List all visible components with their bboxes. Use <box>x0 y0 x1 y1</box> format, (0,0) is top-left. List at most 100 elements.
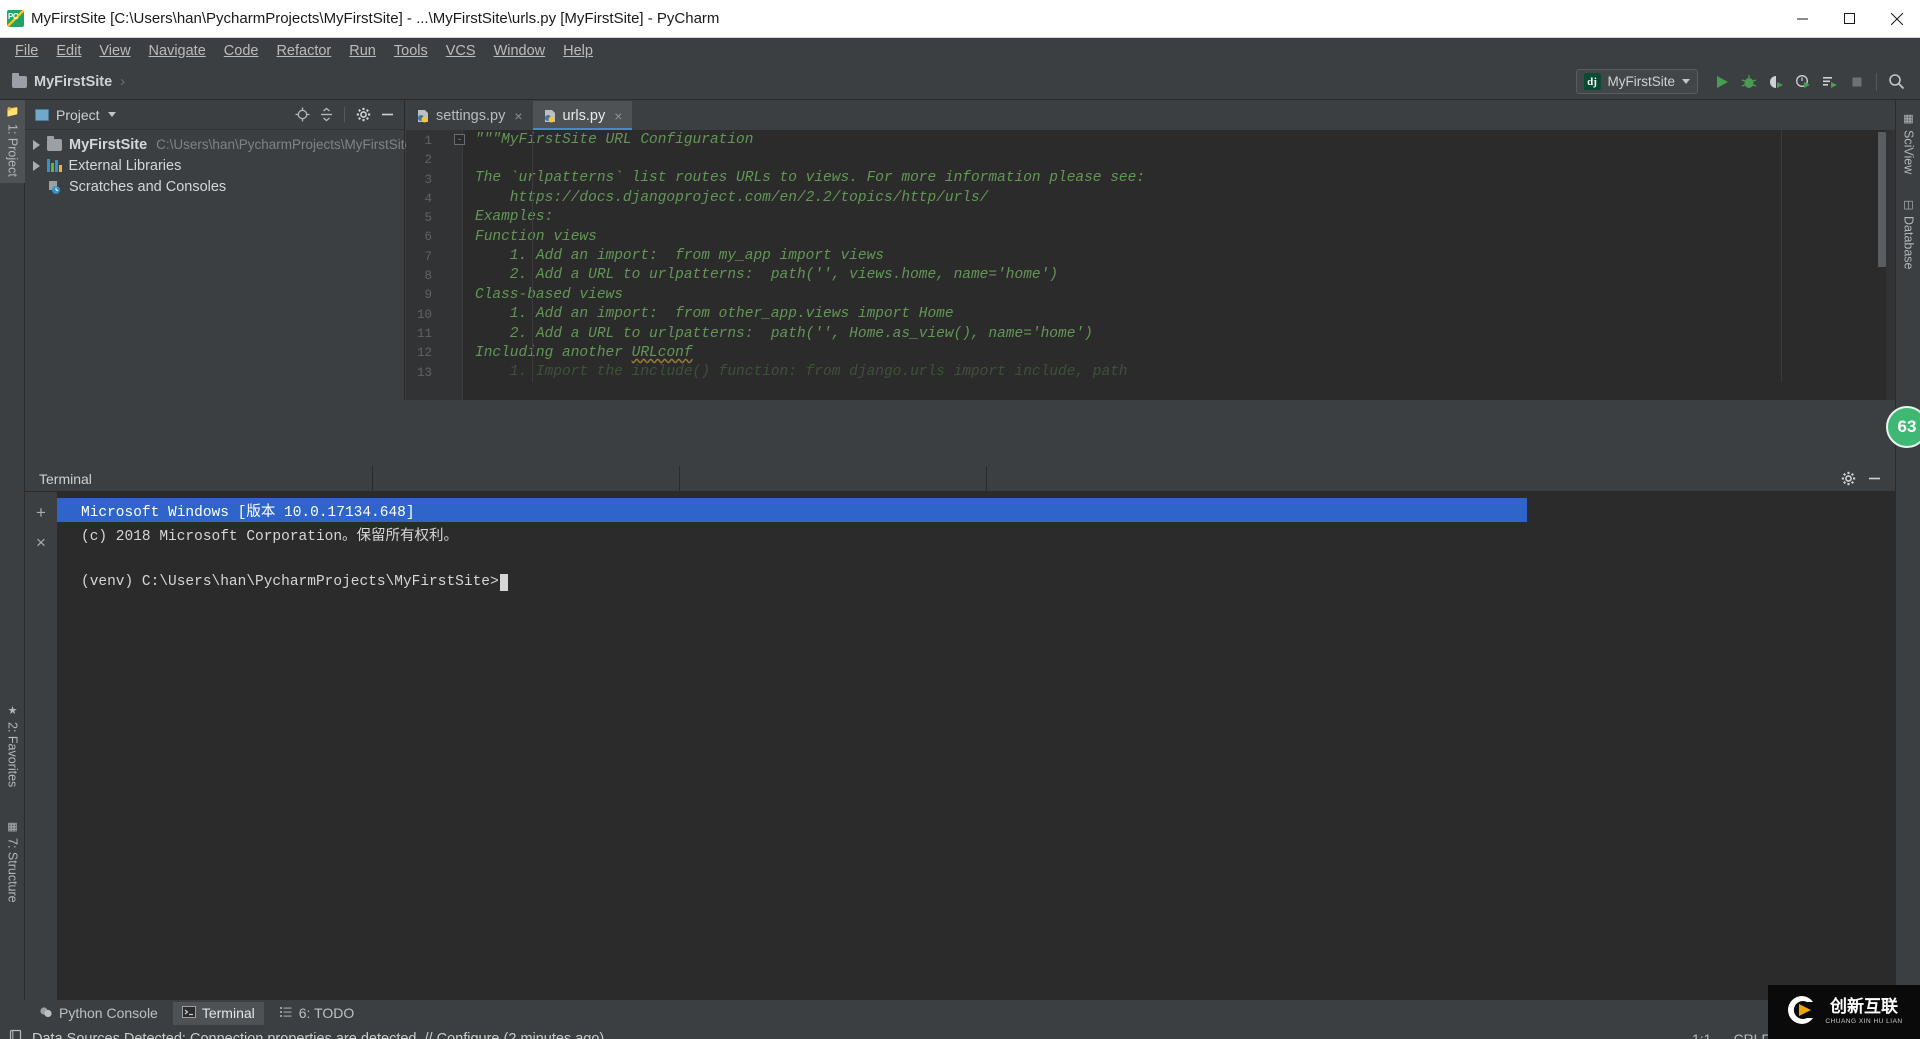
inspection-warning-token: URLconf <box>631 344 693 361</box>
profile-button[interactable] <box>1789 68 1816 95</box>
tree-node-path: C:\Users\han\PycharmProjects\MyFirstSite <box>156 137 412 152</box>
tab-settings-py[interactable]: settings.py × <box>406 101 533 130</box>
code-line: The `urlpatterns` list routes URLs to vi… <box>475 170 1146 187</box>
run-configuration-selector[interactable]: dj MyFirstSite <box>1575 69 1698 94</box>
python-file-icon <box>543 109 557 123</box>
search-everywhere-button[interactable] <box>1883 68 1910 95</box>
line-separator[interactable]: CRLF <box>1733 1031 1770 1039</box>
run-with-console-button[interactable] <box>1816 68 1843 95</box>
menu-refactor[interactable]: Refactor <box>267 41 340 61</box>
menu-view-label: View <box>99 43 131 59</box>
sidebar-item-database[interactable]: ◫ Database <box>1896 192 1920 276</box>
database-icon: ◫ <box>1902 198 1914 211</box>
window-title: MyFirstSite [C:\Users\han\PycharmProject… <box>31 10 720 27</box>
structure-icon: ▦ <box>6 820 18 833</box>
sidebar-item-database-label: Database <box>1901 216 1916 270</box>
close-icon[interactable]: × <box>614 108 622 124</box>
terminal-hide-button[interactable] <box>1863 468 1885 490</box>
code-line: 1. Add an import: from other_app.views i… <box>475 306 954 323</box>
code-line: Examples: <box>475 209 554 226</box>
code-line: https://docs.djangoproject.com/en/2.2/to… <box>475 189 989 206</box>
menu-run[interactable]: Run <box>340 41 385 61</box>
django-icon: dj <box>1583 73 1601 90</box>
tree-node-external-libraries[interactable]: External Libraries <box>25 155 404 176</box>
bottom-tab-python-console-label: Python Console <box>59 1005 158 1021</box>
terminal-settings-gear-icon[interactable] <box>1837 468 1859 490</box>
bottom-tab-python-console[interactable]: Python Console <box>30 1002 167 1025</box>
sidebar-item-sciview[interactable]: ▦ SciView <box>1896 106 1920 180</box>
code-line: 1. Import the include() function: from d… <box>475 364 1128 381</box>
line-number: 4 <box>424 192 432 206</box>
maximize-button[interactable] <box>1826 0 1873 38</box>
debug-button[interactable] <box>1735 68 1762 95</box>
close-icon[interactable]: × <box>514 108 522 124</box>
menu-navigate[interactable]: Navigate <box>140 41 215 61</box>
line-number: 6 <box>424 230 432 244</box>
new-session-button[interactable]: + <box>25 498 57 528</box>
terminal-icon <box>181 1005 196 1022</box>
bottom-tab-todo[interactable]: 6: TODO <box>270 1002 364 1025</box>
menu-tools-label: Tools <box>393 43 428 59</box>
menu-edit-label: Edit <box>56 43 82 59</box>
menu-tools[interactable]: Tools <box>385 41 437 61</box>
menu-help-label: Help <box>563 43 593 59</box>
line-number: 1 <box>424 134 432 148</box>
sidebar-item-favorites-label: 2: Favorites <box>5 722 20 788</box>
menu-help[interactable]: Help <box>554 41 602 61</box>
sidebar-item-structure[interactable]: ▦ 7: Structure <box>0 814 25 909</box>
status-message[interactable]: Data Sources Detected: Connection proper… <box>32 1031 604 1039</box>
close-session-button[interactable]: × <box>25 528 57 558</box>
terminal-prompt-text: (venv) C:\Users\han\PycharmProjects\MyFi… <box>81 574 499 590</box>
menu-code-label: Code <box>223 43 259 59</box>
terminal-line: (c) 2018 Microsoft Corporation。保留所有权利。 <box>81 528 459 545</box>
tree-node-scratches-and-consoles[interactable]: Scratches and Consoles <box>25 176 404 197</box>
tree-node-myfirstsite[interactable]: MyFirstSite C:\Users\han\PycharmProjects… <box>25 134 412 155</box>
tab-urls-py[interactable]: urls.py × <box>532 101 633 130</box>
tab-urls-py-label: urls.py <box>562 107 606 124</box>
editor-vertical-scrollbar[interactable] <box>1877 130 1886 400</box>
tree-node-label: External Libraries <box>68 157 182 174</box>
close-button[interactable] <box>1873 0 1920 38</box>
watermark-en: CHUANG XIN HU LIAN <box>1825 1018 1903 1025</box>
run-coverage-button[interactable] <box>1762 68 1789 95</box>
terminal-body[interactable]: + × Microsoft Windows [版本 10.0.17134.648… <box>25 492 1895 1000</box>
minimize-button[interactable] <box>1779 0 1826 38</box>
stop-button[interactable] <box>1843 68 1870 95</box>
hide-panel-button[interactable] <box>376 104 398 126</box>
breadcrumb-chevron-icon: › <box>120 73 126 90</box>
code-editor[interactable]: 1 2 3 4 5 6 7 8 9 10 11 12 13 - """MyFir… <box>406 130 1895 400</box>
menu-file[interactable]: File <box>6 41 47 61</box>
expand-triangle-icon[interactable] <box>33 139 40 150</box>
menu-vcs[interactable]: VCS <box>437 41 485 61</box>
window-controls <box>1779 0 1920 38</box>
terminal-output[interactable]: Microsoft Windows [版本 10.0.17134.648] (c… <box>57 492 1895 1000</box>
expand-triangle-icon[interactable] <box>33 160 40 171</box>
menu-navigate-label: Navigate <box>148 43 206 59</box>
notification-icon[interactable] <box>8 1029 23 1039</box>
menu-refactor-label: Refactor <box>276 43 332 59</box>
star-icon: ★ <box>6 704 18 717</box>
run-button[interactable] <box>1708 68 1735 95</box>
chevron-down-icon[interactable] <box>107 112 116 117</box>
bottom-tab-terminal[interactable]: Terminal <box>172 1001 264 1025</box>
sidebar-item-favorites[interactable]: ★ 2: Favorites <box>0 698 25 793</box>
watermark-text: 创新互联 CHUANG XIN HU LIAN <box>1825 999 1903 1026</box>
menu-window[interactable]: Window <box>485 41 555 61</box>
status-bar: Data Sources Detected: Connection proper… <box>0 1026 1920 1039</box>
menu-code[interactable]: Code <box>215 41 268 61</box>
collapse-all-button[interactable] <box>315 104 337 126</box>
scrollbar-thumb[interactable] <box>1878 132 1886 267</box>
caret-position[interactable]: 1:1 <box>1692 1031 1711 1039</box>
gear-icon[interactable] <box>352 104 374 126</box>
locate-button[interactable] <box>291 104 313 126</box>
toolbar-actions: dj MyFirstSite <box>1575 68 1920 95</box>
status-badge[interactable]: 63 <box>1886 406 1920 448</box>
menu-view[interactable]: View <box>90 41 139 61</box>
code-line: 1. Add an import: from my_app import vie… <box>475 248 884 265</box>
sidebar-item-project[interactable]: 📁 1: Project <box>0 100 25 184</box>
menu-edit[interactable]: Edit <box>47 41 90 61</box>
bottom-tab-terminal-label: Terminal <box>201 1005 255 1021</box>
code-line: """MyFirstSite URL Configuration <box>475 131 754 148</box>
breadcrumb[interactable]: MyFirstSite › <box>12 72 126 90</box>
